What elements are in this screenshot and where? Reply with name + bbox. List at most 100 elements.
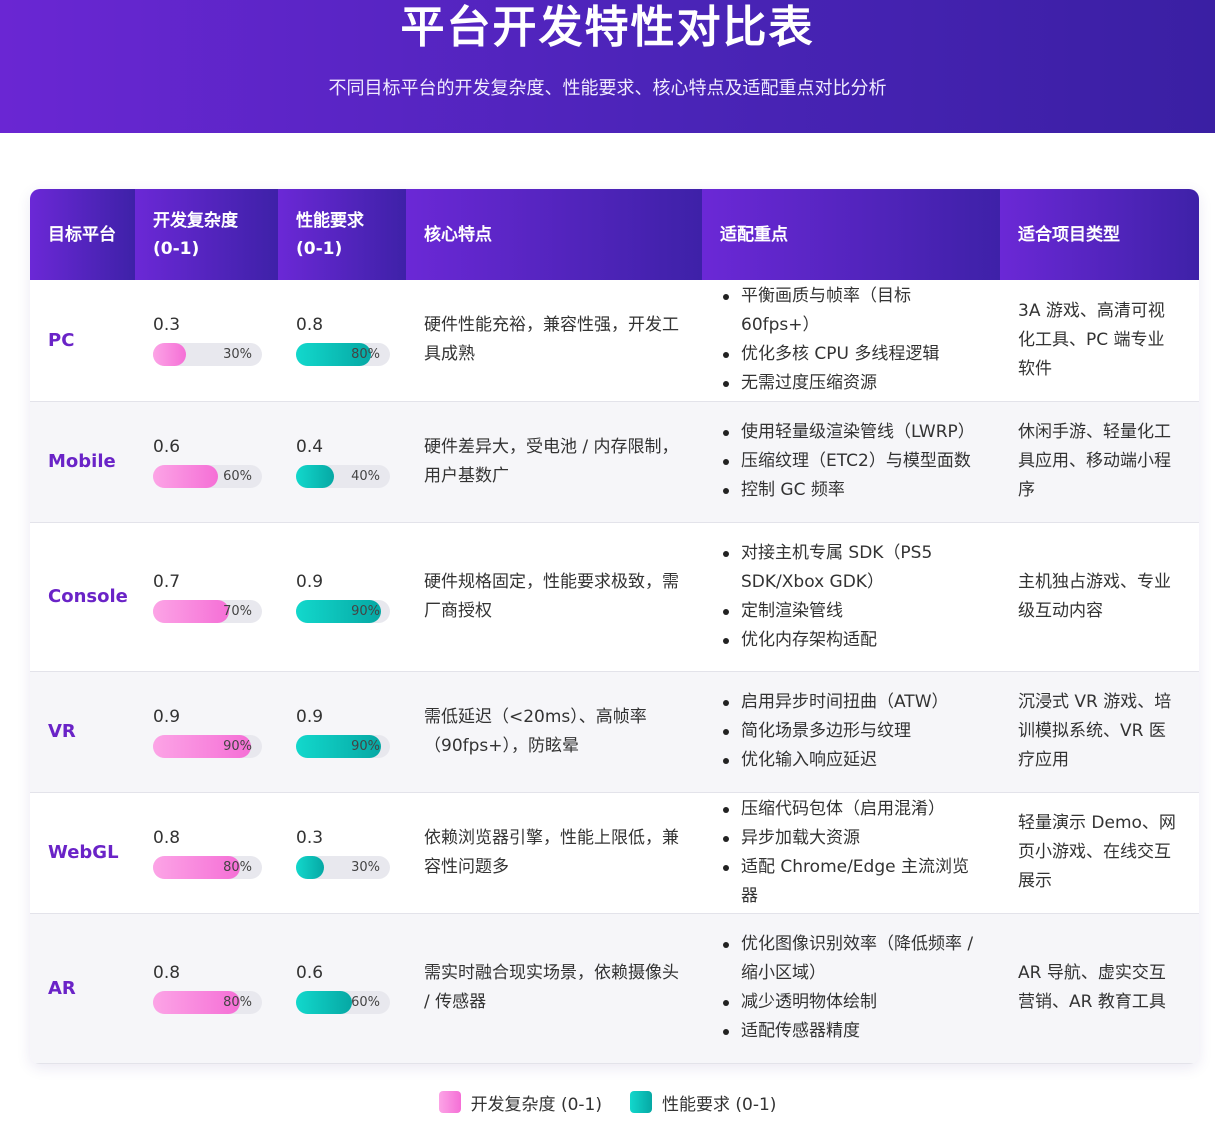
complexity-value: 0.3: [153, 315, 181, 336]
adaptation-list: 启用异步时间扭曲（ATW） 简化场景多边形与纹理 优化输入响应延迟: [720, 688, 982, 775]
adaptation-item: 定制渲染管线: [720, 597, 982, 626]
platform-name: PC: [30, 280, 135, 402]
complexity-cell: 0.8 80%: [135, 792, 278, 914]
column-header-features: 核心特点: [406, 189, 702, 280]
column-header-adaptation: 适配重点: [702, 189, 1000, 280]
complexity-cell: 0.3 30%: [135, 280, 278, 402]
adaptation-item: 适配 Chrome/Edge 主流浏览器: [720, 853, 982, 911]
adaptation-cell: 对接主机专属 SDK（PS5 SDK/Xbox GDK） 定制渲染管线 优化内存架构…: [702, 522, 1000, 672]
platform-name: AR: [30, 913, 135, 1064]
comparison-table-container: 目标平台 开发复杂度 (0-1) 性能要求 (0-1) 核心特点 适配重点 适合…: [30, 189, 1199, 1064]
adaptation-cell: 启用异步时间扭曲（ATW） 简化场景多边形与纹理 优化输入响应延迟: [702, 671, 1000, 793]
complexity-bar-fill: [153, 464, 219, 488]
complexity-value: 0.8: [153, 963, 181, 983]
legend-item-complexity: 开发复杂度 (0-1): [438, 1090, 602, 1115]
adaptation-list: 压缩代码包体（启用混淆） 异步加载大资源 适配 Chrome/Edge 主流浏览器: [720, 795, 982, 911]
table-row: VR 0.9 90% 0.9 90% 需低延迟（<20ms）、高帧率（90fps+），防眩…: [30, 671, 1199, 793]
adaptation-item: 压缩纹理（ETC2）与模型面数: [720, 447, 982, 476]
performance-cell: 0.4 40%: [278, 401, 406, 523]
complexity-percent-label: 80%: [223, 995, 252, 1010]
page-title: 平台开发特性对比表: [400, 2, 815, 53]
complexity-percent-label: 90%: [223, 738, 252, 754]
project-types: AR 导航、虚实交互营销、AR 教育工具: [1000, 913, 1199, 1064]
performance-value: 0.9: [296, 706, 324, 727]
complexity-value: 0.9: [153, 706, 181, 727]
performance-value: 0.4: [296, 436, 324, 457]
adaptation-item: 优化输入响应延迟: [720, 746, 982, 775]
performance-value: 0.9: [296, 571, 324, 592]
table-row: AR 0.8 80% 0.6 60% 需实时融合现实场景，依赖摄像头 / 传感器 优化图像识…: [30, 913, 1199, 1064]
column-header-complexity: 开发复杂度 (0-1): [135, 189, 278, 280]
adaptation-item: 适配传感器精度: [720, 1017, 982, 1046]
complexity-bar: 90%: [153, 734, 262, 758]
complexity-cell: 0.6 60%: [135, 401, 278, 523]
platform-name: VR: [30, 671, 135, 793]
performance-bar-fill: [296, 464, 334, 488]
adaptation-item: 减少透明物体绘制: [720, 988, 982, 1017]
adaptation-item: 使用轻量级渲染管线（LWRP）: [720, 418, 982, 447]
performance-value: 0.3: [296, 827, 324, 848]
core-features: 需低延迟（<20ms）、高帧率（90fps+），防眩晕: [406, 671, 702, 793]
adaptation-cell: 使用轻量级渲染管线（LWRP） 压缩纹理（ETC2）与模型面数 控制 GC 频率: [702, 401, 1000, 523]
adaptation-item: 对接主机专属 SDK（PS5 SDK/Xbox GDK）: [720, 539, 982, 597]
table-row: Console 0.7 70% 0.9 90% 硬件规格固定，性能要求极致，需厂商授权 对接…: [30, 522, 1199, 672]
performance-value: 0.6: [296, 963, 324, 983]
complexity-value: 0.6: [153, 436, 181, 457]
complexity-bar: 60%: [153, 464, 262, 488]
column-header-performance: 性能要求 (0-1): [278, 189, 406, 280]
legend-swatch-performance: [630, 1091, 652, 1113]
table-row: PC 0.3 30% 0.8 80% 硬件性能充裕，兼容性强，开发工具成熟 平衡画质与帧率（…: [30, 280, 1199, 402]
adaptation-list: 使用轻量级渲染管线（LWRP） 压缩纹理（ETC2）与模型面数 控制 GC 频率: [720, 418, 982, 505]
comparison-table: 目标平台 开发复杂度 (0-1) 性能要求 (0-1) 核心特点 适配重点 适合…: [30, 189, 1199, 1064]
table-row: Mobile 0.6 60% 0.4 40% 硬件差异大，受电池 / 内存限制，用户基数广…: [30, 401, 1199, 523]
performance-bar: 90%: [296, 734, 390, 758]
performance-bar-fill: [296, 991, 353, 1014]
adaptation-item: 优化图像识别效率（降低频率 / 缩小区域）: [720, 930, 982, 988]
page-subtitle: 不同目标平台的开发复杂度、性能要求、核心特点及适配重点对比分析: [328, 78, 887, 99]
core-features: 需实时融合现实场景，依赖摄像头 / 传感器: [406, 913, 702, 1064]
core-features: 硬件规格固定，性能要求极致，需厂商授权: [406, 522, 702, 672]
complexity-bar: 80%: [153, 991, 262, 1014]
adaptation-item: 压缩代码包体（启用混淆）: [720, 795, 982, 824]
adaptation-item: 控制 GC 频率: [720, 476, 982, 505]
performance-percent-label: 80%: [351, 347, 380, 363]
performance-bar: 80%: [296, 343, 390, 367]
performance-percent-label: 30%: [351, 859, 380, 875]
performance-cell: 0.6 60%: [278, 913, 406, 1064]
complexity-cell: 0.8 80%: [135, 913, 278, 1064]
adaptation-cell: 平衡画质与帧率（目标 60fps+） 优化多核 CPU 多线程逻辑 无需过度压缩资源: [702, 280, 1000, 402]
adaptation-item: 优化多核 CPU 多线程逻辑: [720, 340, 982, 369]
core-features: 硬件性能充裕，兼容性强，开发工具成熟: [406, 280, 702, 402]
table-body: PC 0.3 30% 0.8 80% 硬件性能充裕，兼容性强，开发工具成熟 平衡画质与帧率（…: [30, 280, 1199, 1064]
core-features: 依赖浏览器引擎，性能上限低，兼容性问题多: [406, 792, 702, 914]
performance-bar: 60%: [296, 991, 390, 1014]
performance-percent-label: 40%: [351, 468, 380, 484]
complexity-cell: 0.9 90%: [135, 671, 278, 793]
adaptation-item: 平衡画质与帧率（目标 60fps+）: [720, 282, 982, 340]
legend-item-performance: 性能要求 (0-1): [630, 1090, 776, 1115]
legend-label-complexity: 开发复杂度 (0-1): [470, 1094, 602, 1115]
complexity-bar: 80%: [153, 855, 262, 879]
core-features: 硬件差异大，受电池 / 内存限制，用户基数广: [406, 401, 702, 523]
complexity-bar: 30%: [153, 343, 262, 367]
chart-legend: 开发复杂度 (0-1) 性能要求 (0-1): [0, 1089, 1215, 1115]
complexity-value: 0.8: [153, 827, 181, 848]
legend-swatch-complexity: [438, 1091, 461, 1113]
complexity-percent-label: 30%: [223, 347, 252, 363]
page-header: 平台开发特性对比表 不同目标平台的开发复杂度、性能要求、核心特点及适配重点对比分…: [0, 0, 1215, 133]
adaptation-item: 简化场景多边形与纹理: [720, 717, 982, 746]
complexity-bar-fill: [153, 599, 230, 623]
project-types: 沉浸式 VR 游戏、培训模拟系统、VR 医疗应用: [1000, 671, 1199, 793]
project-types: 3A 游戏、高清可视化工具、PC 端专业软件: [1000, 280, 1199, 402]
table-header-row: 目标平台 开发复杂度 (0-1) 性能要求 (0-1) 核心特点 适配重点 适合…: [30, 189, 1199, 280]
adaptation-list: 对接主机专属 SDK（PS5 SDK/Xbox GDK） 定制渲染管线 优化内存架构…: [720, 539, 982, 655]
performance-percent-label: 90%: [351, 603, 380, 619]
project-types: 轻量演示 Demo、网页小游戏、在线交互展示: [1000, 792, 1199, 914]
performance-cell: 0.9 90%: [278, 522, 406, 672]
column-header-platform: 目标平台: [30, 189, 135, 280]
complexity-cell: 0.7 70%: [135, 522, 278, 672]
performance-cell: 0.9 90%: [278, 671, 406, 793]
legend-label-performance: 性能要求 (0-1): [662, 1094, 777, 1115]
platform-name: Mobile: [30, 401, 135, 523]
adaptation-item: 无需过度压缩资源: [720, 369, 982, 398]
